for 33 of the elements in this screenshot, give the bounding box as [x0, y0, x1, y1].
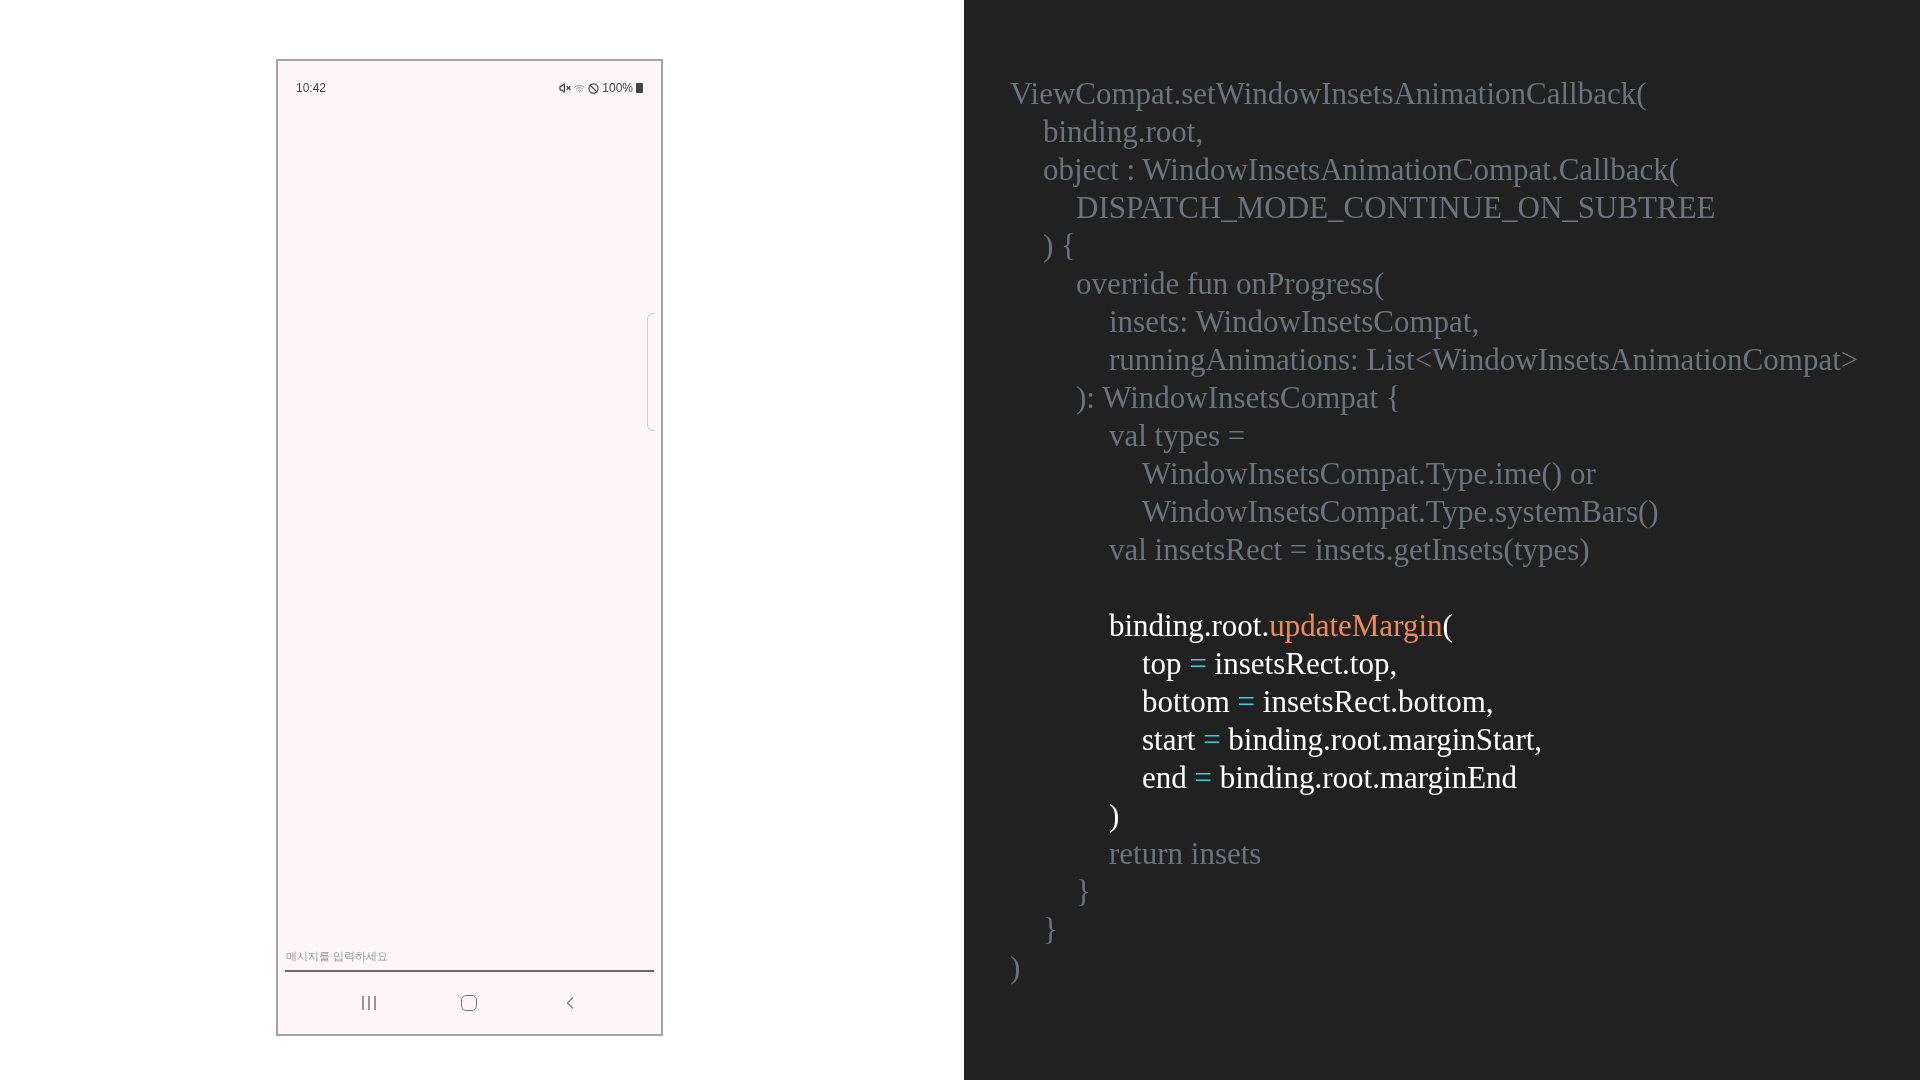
code-line: runningAnimations: List<WindowInsetsAnimationCompat>: [1109, 341, 1859, 379]
code-line: val insetsRect = insets.getInsets(types): [1109, 531, 1590, 569]
code-line: ): [1109, 797, 1120, 835]
code-line: bottom = insetsRect.bottom,: [1142, 683, 1494, 721]
do-not-disturb-icon: [588, 82, 600, 94]
code-line: }: [1076, 873, 1091, 911]
code-line: ): [1010, 949, 1021, 987]
code-line: ) {: [1043, 227, 1076, 265]
code-line: binding.root,: [1043, 113, 1204, 151]
code-line: start = binding.root.marginStart,: [1142, 721, 1543, 759]
battery-percent: 100%: [602, 80, 633, 97]
code-line: return insets: [1109, 835, 1262, 873]
code-line: WindowInsetsCompat.Type.systemBars(): [1142, 493, 1659, 531]
mute-icon: [559, 82, 572, 94]
recent-apps-icon[interactable]: [359, 995, 378, 1011]
code-line: DISPATCH_MODE_CONTINUE_ON_SUBTREE: [1076, 189, 1716, 227]
code-line: object : WindowInsetsAnimationCompat.Callback(: [1043, 151, 1680, 189]
edge-handle[interactable]: [647, 313, 655, 431]
code-line: override fun onProgress(: [1076, 265, 1385, 303]
home-icon[interactable]: [460, 995, 477, 1011]
code-line: end = binding.root.marginEnd: [1142, 759, 1518, 797]
code-line: WindowInsetsCompat.Type.ime() or: [1142, 455, 1596, 493]
message-field[interactable]: 메시지를 입력하세요: [285, 942, 654, 972]
code-line: top = insetsRect.top,: [1142, 645, 1398, 683]
code-line: ViewCompat.setWindowInsetsAnimationCallback(: [1010, 75, 1647, 113]
wifi-icon: [574, 82, 586, 94]
code-line: ): WindowInsetsCompat {: [1076, 379, 1401, 417]
status-time: 10:42: [296, 80, 327, 97]
battery-icon: [636, 83, 643, 93]
code-line: }: [1043, 911, 1058, 949]
code-line: insets: WindowInsetsCompat,: [1109, 303, 1480, 341]
code-line: val types =: [1109, 417, 1246, 455]
code-line: binding.root.updateMargin(: [1109, 607, 1453, 645]
